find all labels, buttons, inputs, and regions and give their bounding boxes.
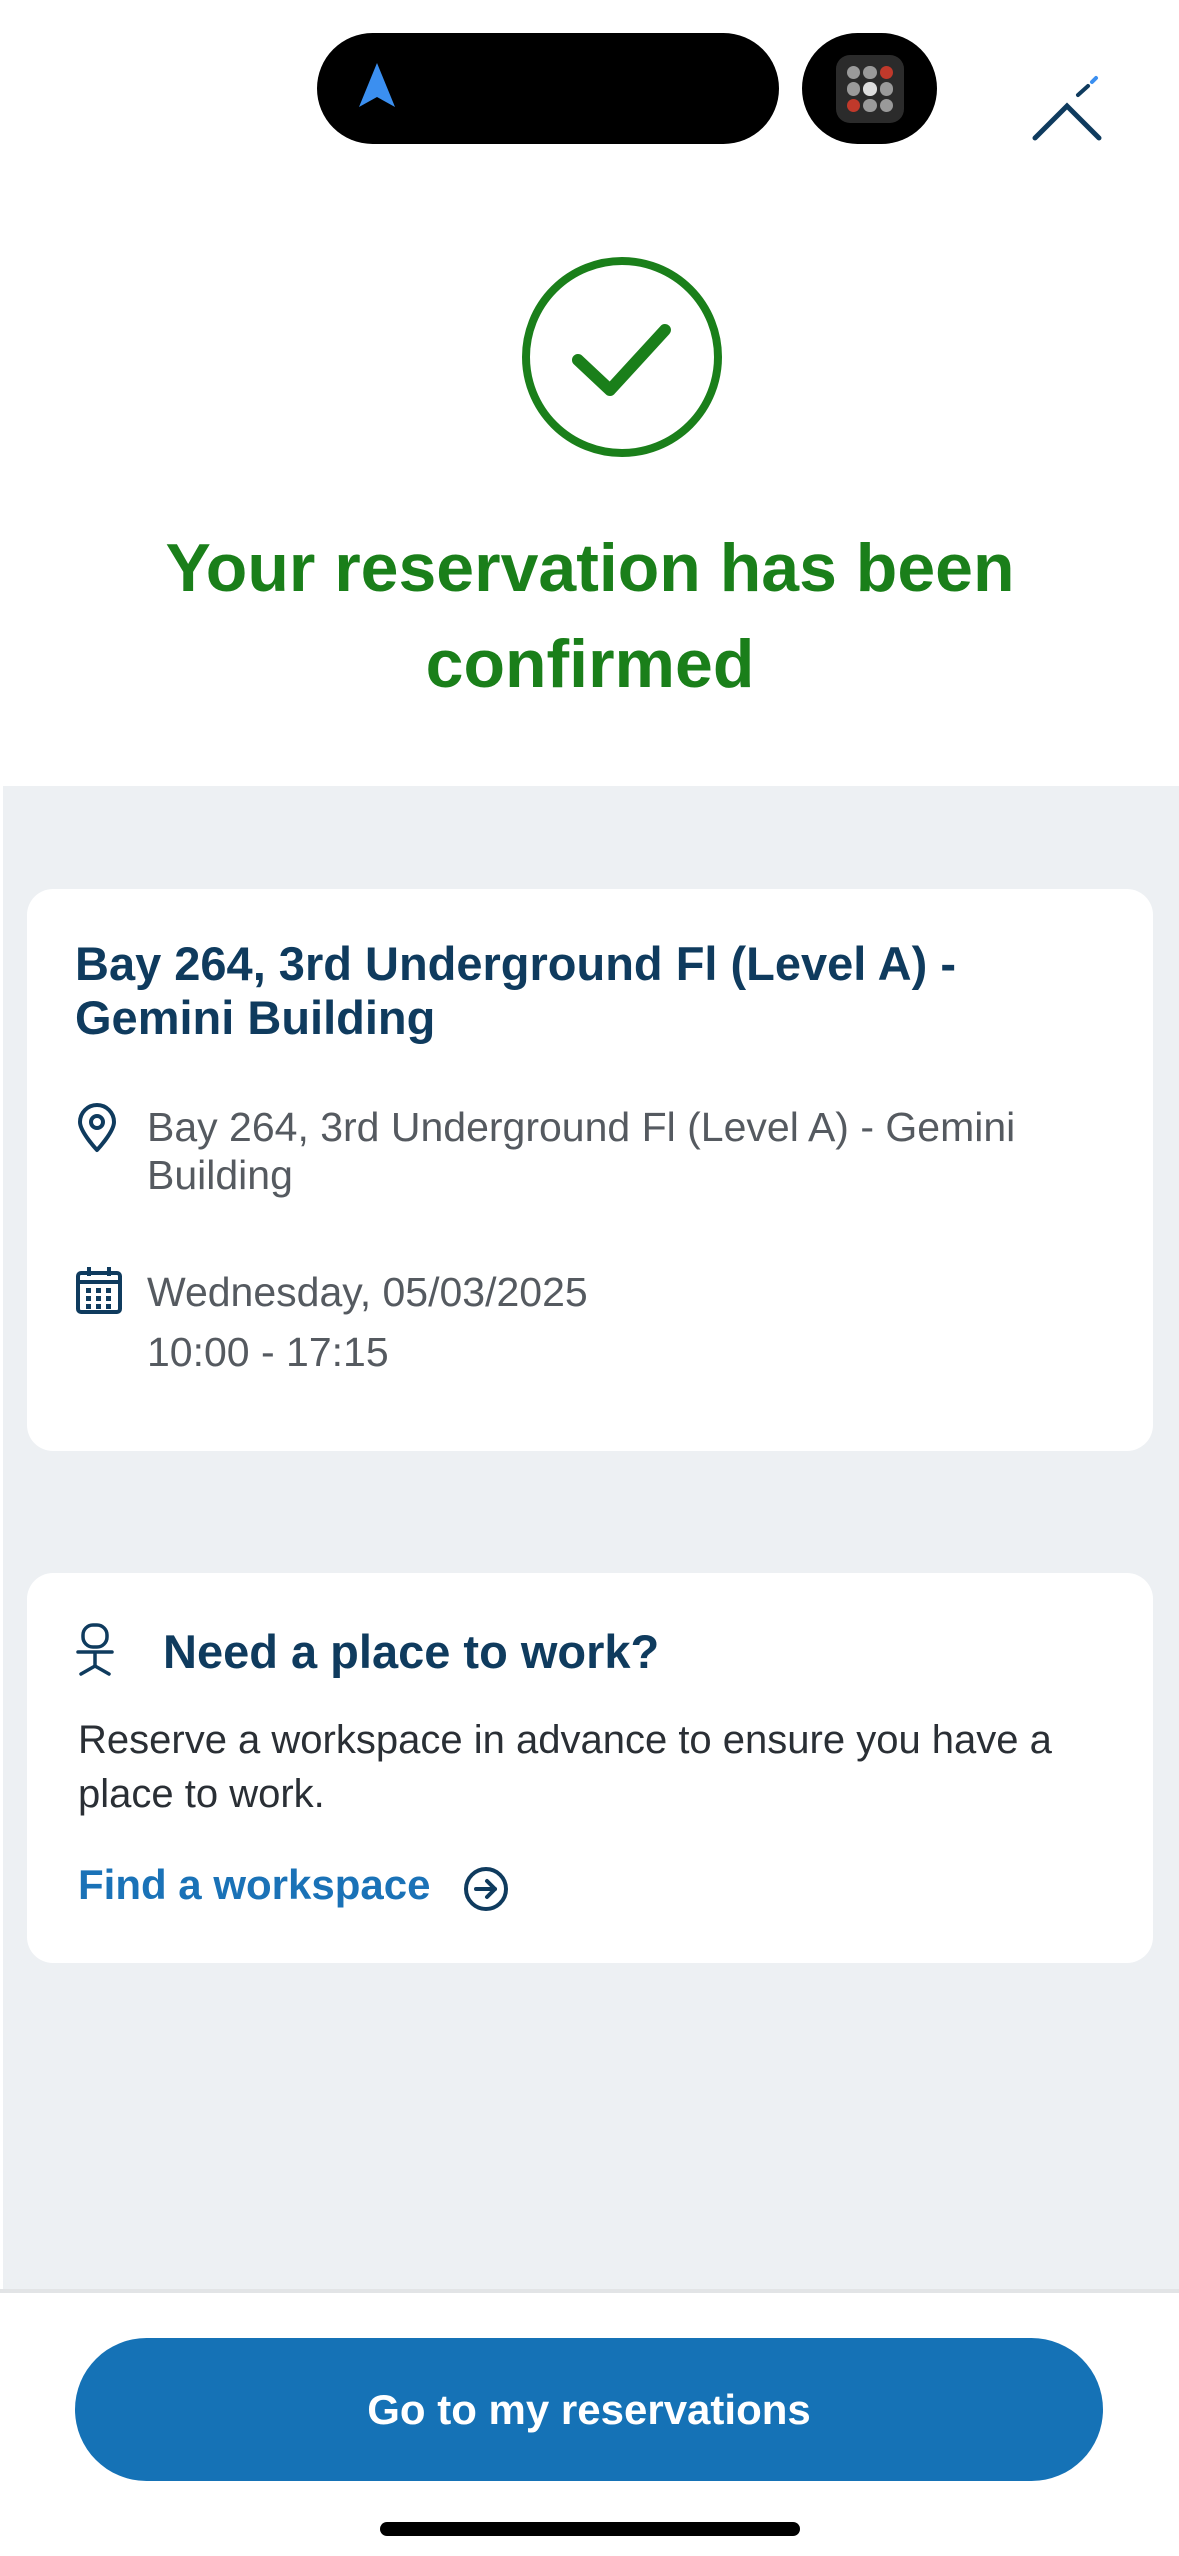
home-indicator[interactable] xyxy=(380,2522,800,2536)
chair-icon xyxy=(76,1623,114,1676)
location-pin-icon xyxy=(78,1103,116,1152)
footer-divider xyxy=(0,2289,1179,2293)
app-icon xyxy=(836,55,904,123)
arrow-circle-right-icon[interactable] xyxy=(463,1866,509,1912)
go-to-reservations-button[interactable]: Go to my reservations xyxy=(75,2338,1103,2481)
reservation-datetime: Wednesday, 05/03/2025 10:00 - 17:15 xyxy=(147,1262,588,1382)
dynamic-island-app xyxy=(802,33,937,144)
confirmation-title: Your reservation has been confirmed xyxy=(165,530,1015,702)
reservation-title: Bay 264, 3rd Underground Fl (Level A) - … xyxy=(75,937,956,1044)
dynamic-island xyxy=(317,33,779,144)
calendar-icon xyxy=(76,1267,122,1314)
reservation-time: 10:00 - 17:15 xyxy=(147,1329,389,1375)
workspace-promo-description: Reserve a workspace in advance to ensure… xyxy=(78,1718,1052,1816)
reservation-date: Wednesday, 05/03/2025 xyxy=(147,1269,588,1315)
navigation-arrow-icon xyxy=(359,63,395,107)
reservation-location: Bay 264, 3rd Underground Fl (Level A) - … xyxy=(147,1104,1016,1198)
workspace-promo-title: Need a place to work? xyxy=(163,1625,660,1678)
find-workspace-link[interactable]: Find a workspace xyxy=(78,1855,430,1915)
check-circle-icon xyxy=(522,257,722,457)
close-icon[interactable] xyxy=(1020,70,1120,150)
